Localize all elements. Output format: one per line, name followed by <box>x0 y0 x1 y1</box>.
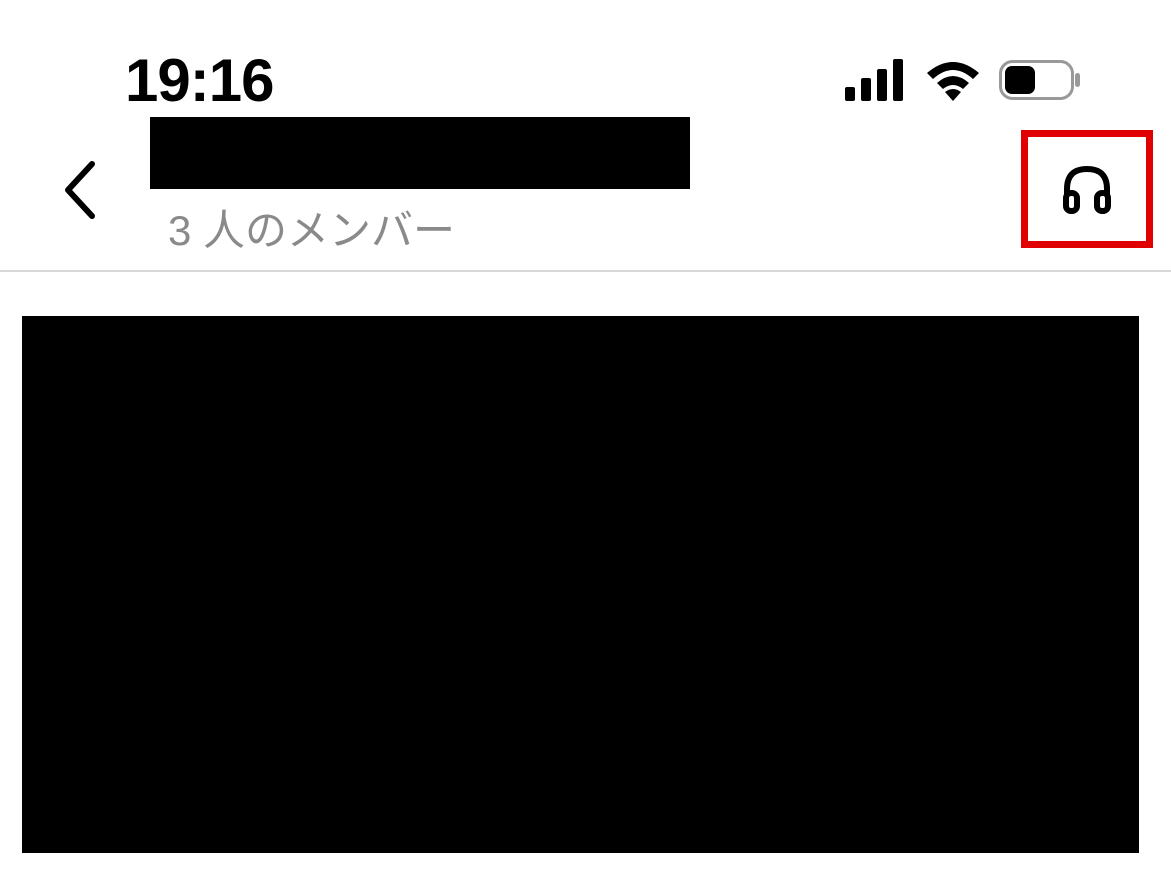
status-bar: 19:16 <box>0 0 1171 110</box>
status-time: 19:16 <box>125 46 273 115</box>
content-area <box>0 272 1171 853</box>
status-icons <box>845 59 1081 101</box>
wifi-icon <box>925 59 981 101</box>
battery-icon <box>999 60 1081 100</box>
huddle-button[interactable] <box>1021 130 1153 248</box>
chat-title-redacted <box>150 117 690 189</box>
back-button[interactable] <box>50 163 110 223</box>
member-count-label: 3 人のメンバー <box>168 197 1151 258</box>
headphones-icon <box>1059 159 1115 220</box>
title-area: 3 人のメンバー <box>150 117 1151 258</box>
chevron-left-icon <box>62 160 98 225</box>
app-header: 3 人のメンバー <box>0 110 1171 270</box>
cellular-signal-icon <box>845 59 907 101</box>
message-content-redacted <box>22 316 1139 853</box>
